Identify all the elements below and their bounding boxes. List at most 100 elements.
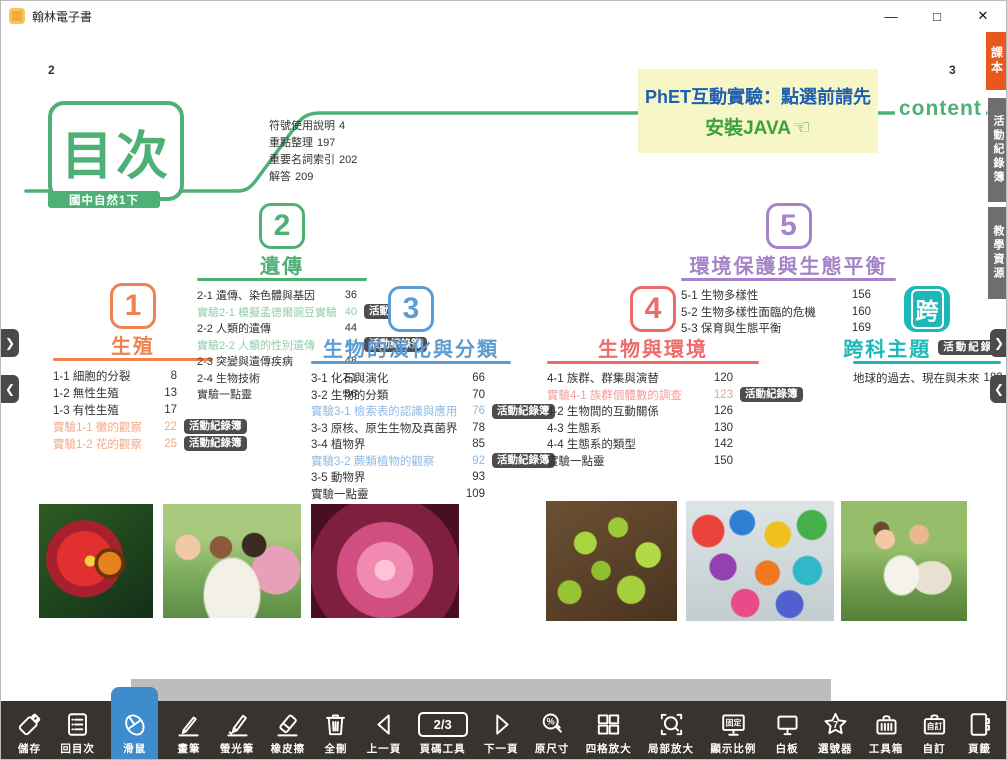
toc-entry[interactable]: 重點整理197 <box>269 134 357 151</box>
bottom-toolbar: 儲存 回目次 滑鼠 畫筆 螢光筆 橡皮擦 全刪 上一頁 <box>1 701 1007 760</box>
section-number-badge: 1 <box>110 283 156 329</box>
mouse-tool-button[interactable]: 滑鼠 <box>111 687 158 760</box>
toc-entry[interactable]: 1-3 有性生殖17 <box>53 401 213 418</box>
section-title: 環境保護與生態平衡 <box>681 252 896 276</box>
toc-entry[interactable]: 3-5 動物界93 <box>311 469 511 486</box>
star-seven-icon: 7 <box>821 710 850 739</box>
section-number-badge: 4 <box>630 286 676 332</box>
photo-microscopic-green-cells <box>546 501 677 621</box>
toc-entry[interactable]: 4-4 生態系的類型142 <box>547 436 759 453</box>
toc-entry[interactable]: 4-2 生物間的互動關係126 <box>547 403 759 420</box>
save-button[interactable]: 儲存 <box>15 701 44 760</box>
toc-entry[interactable]: 1-2 無性生殖13 <box>53 384 213 401</box>
display-ratio-button[interactable]: 固定 顯示比例 <box>710 701 756 760</box>
toc-entry-experiment[interactable]: 實驗1-2 花的觀察25活動紀錄簿 <box>53 435 213 452</box>
section-title: 跨科主題 <box>843 333 931 362</box>
page-canvas: 2 3 目次 國中自然1下 符號使用說明4 重點整理197 重要名詞索引202 … <box>1 31 1007 701</box>
toc-entry[interactable]: 4-1 族群、群集與演替120 <box>547 370 759 387</box>
original-size-button[interactable]: % 原尺寸 <box>535 701 570 760</box>
prev-triangle-icon <box>370 710 399 739</box>
toc-entry[interactable]: 地球的過去、現在與未來182 <box>853 370 1001 387</box>
toc-entry[interactable]: 解答209 <box>269 168 357 185</box>
minimize-button[interactable]: — <box>868 1 914 31</box>
toc-button[interactable]: 回目次 <box>60 701 95 760</box>
section-number-badge: 3 <box>388 286 434 332</box>
toc-entry[interactable]: 1-1 細胞的分裂8 <box>53 367 213 384</box>
delete-all-button[interactable]: 全刪 <box>321 701 350 760</box>
title-bar: 翰林電子書 — □ ✕ <box>1 1 1006 31</box>
page-flip-next-button[interactable]: ❯ <box>1 329 19 357</box>
toc-section-reproduction: 1 生殖 1-1 細胞的分裂8 1-2 無性生殖13 1-3 有性生殖17 實驗… <box>53 283 213 452</box>
activity-book-badge[interactable]: 活動紀錄簿 <box>492 404 555 419</box>
book-name-band: 國中自然1下 <box>48 191 160 208</box>
page-tab-button[interactable]: 頁籤 <box>965 701 994 760</box>
photo-butterfly-on-zinnia <box>39 504 153 618</box>
toc-entry[interactable]: 重要名詞索引202 <box>269 151 357 168</box>
toc-entry-experiment[interactable]: 實驗3-1 檢索表的認識與應用76活動紀錄簿 <box>311 403 511 420</box>
page-flip-prev-button[interactable]: ❮ <box>990 375 1007 403</box>
activity-book-badge[interactable]: 活動紀錄簿 <box>740 387 803 402</box>
toc-entry-experiment[interactable]: 實驗1-1 黴的觀察22活動紀錄簿 <box>53 418 213 435</box>
toc-section-cross-subject: 跨 跨科主題活動紀錄簿 地球的過去、現在與未來182 <box>853 286 1001 387</box>
tab-textbook[interactable]: 課本 <box>986 32 1007 90</box>
toc-entry[interactable]: 符號使用說明4 <box>269 117 357 134</box>
monitor-fixed-icon: 固定 <box>719 710 748 739</box>
maximize-button[interactable]: □ <box>914 1 960 31</box>
toc-title-box: 目次 <box>48 101 184 201</box>
content-label: content <box>895 97 986 121</box>
region-zoom-button[interactable]: 局部放大 <box>648 701 694 760</box>
toc-entry[interactable]: 3-3 原核、原生生物及真菌界78 <box>311 420 511 437</box>
next-triangle-icon <box>487 710 516 739</box>
toc-entry[interactable]: 實驗一點靈150 <box>547 453 759 470</box>
toc-section-evolution-classification: 3 生物的演化與分類 3-1 化石與演化66 3-2 生物的分類70 實驗3-1… <box>311 286 511 502</box>
page-number-right: 3 <box>949 63 956 77</box>
next-page-button[interactable]: 下一頁 <box>484 701 519 760</box>
page-number-left: 2 <box>48 63 55 77</box>
whiteboard-icon <box>773 710 802 739</box>
number-picker-button[interactable]: 7 選號器 <box>818 701 853 760</box>
toc-entry[interactable]: 3-2 生物的分類70 <box>311 387 511 404</box>
section-title: 生物與環境 <box>547 335 759 359</box>
pointing-hand-icon: ☜ <box>793 117 811 139</box>
svg-text:7: 7 <box>833 720 838 731</box>
svg-text:自訂: 自訂 <box>926 721 942 731</box>
prev-page-button[interactable]: 上一頁 <box>367 701 402 760</box>
toc-entry[interactable]: 3-4 植物界85 <box>311 436 511 453</box>
toc-entry[interactable]: 4-3 生態系130 <box>547 420 759 437</box>
app-logo-icon <box>9 8 25 24</box>
mouse-icon <box>120 710 149 739</box>
highlighter-tool-button[interactable]: 螢光筆 <box>220 701 255 760</box>
whiteboard-button[interactable]: 白板 <box>773 701 802 760</box>
tab-teaching-resources[interactable]: 教學資源 <box>988 207 1007 299</box>
toc-entry[interactable]: 實驗一點靈109 <box>311 486 511 503</box>
toc-entry[interactable]: 3-1 化石與演化66 <box>311 370 511 387</box>
section-number-badge: 2 <box>259 203 305 249</box>
region-magnifier-icon <box>657 710 686 739</box>
close-button[interactable]: ✕ <box>960 1 1006 31</box>
toolbox-button[interactable]: 工具箱 <box>869 701 904 760</box>
bookmark-book-icon <box>965 710 994 739</box>
page-flip-next-button[interactable]: ❯ <box>990 329 1007 357</box>
activity-book-badge[interactable]: 活動紀錄簿 <box>184 436 247 451</box>
custom-button[interactable]: 自訂 自訂 <box>920 701 949 760</box>
page-number-tool[interactable]: 2/3 頁碼工具 <box>418 701 468 760</box>
activity-book-badge[interactable]: 活動紀錄簿 <box>184 419 247 434</box>
zoom-percent-icon: % <box>538 710 567 739</box>
svg-text:固定: 固定 <box>726 718 742 728</box>
eraser-tool-button[interactable]: 橡皮擦 <box>271 701 306 760</box>
section-title: 生物的演化與分類 <box>311 335 511 359</box>
page-flip-prev-button[interactable]: ❮ <box>1 375 19 403</box>
quad-zoom-button[interactable]: 四格放大 <box>586 701 632 760</box>
panel-handle[interactable] <box>131 679 831 701</box>
activity-book-badge[interactable]: 活動紀錄簿 <box>492 453 555 468</box>
photo-children-reading-outdoors <box>163 504 301 618</box>
ebook-app-window: 翰林電子書 — □ ✕ 2 3 目次 國中自然1下 符號使用說明4 重點整理19… <box>0 0 1007 760</box>
svg-text:%: % <box>546 717 554 727</box>
page-indicator[interactable]: 2/3 <box>418 712 468 737</box>
pen-tool-button[interactable]: 畫筆 <box>174 701 203 760</box>
usb-save-icon <box>15 710 44 739</box>
tab-activity-record-book[interactable]: 活動紀錄簿 <box>988 98 1007 202</box>
toc-entry-experiment[interactable]: 實驗3-2 蕨類植物的觀察92活動紀錄簿 <box>311 453 511 470</box>
photo-children-gardening <box>841 501 967 621</box>
toc-entry-experiment[interactable]: 實驗4-1 族群個體數的調查123活動紀錄簿 <box>547 387 759 404</box>
